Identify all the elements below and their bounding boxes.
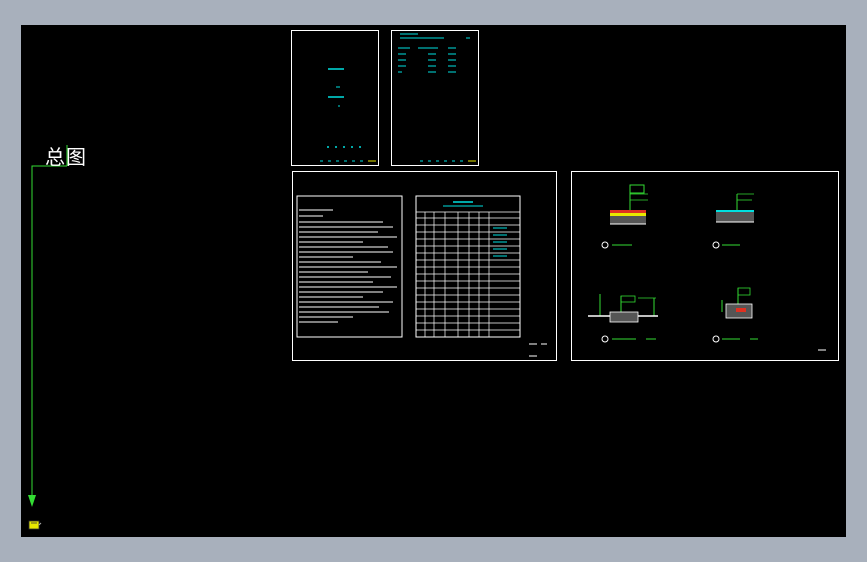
details-content xyxy=(588,184,826,351)
detail-4 xyxy=(712,287,758,343)
drawing-label: 总图 xyxy=(45,145,87,169)
details-sheet[interactable] xyxy=(571,171,839,361)
index-content xyxy=(398,33,476,162)
index-sheet[interactable] xyxy=(391,30,479,166)
down-arrow-icon xyxy=(28,495,36,507)
cover-content xyxy=(320,68,376,162)
design-notes-sheet[interactable] xyxy=(292,171,557,361)
detail-2 xyxy=(712,193,754,249)
cad-viewport[interactable]: 总图 xyxy=(21,25,846,537)
cover-sheet[interactable] xyxy=(291,30,379,166)
ucs-icon xyxy=(28,520,42,530)
detail-1 xyxy=(601,184,648,249)
design-notes-content xyxy=(296,195,547,357)
guide-line xyxy=(31,165,67,503)
detail-3 xyxy=(588,294,658,343)
